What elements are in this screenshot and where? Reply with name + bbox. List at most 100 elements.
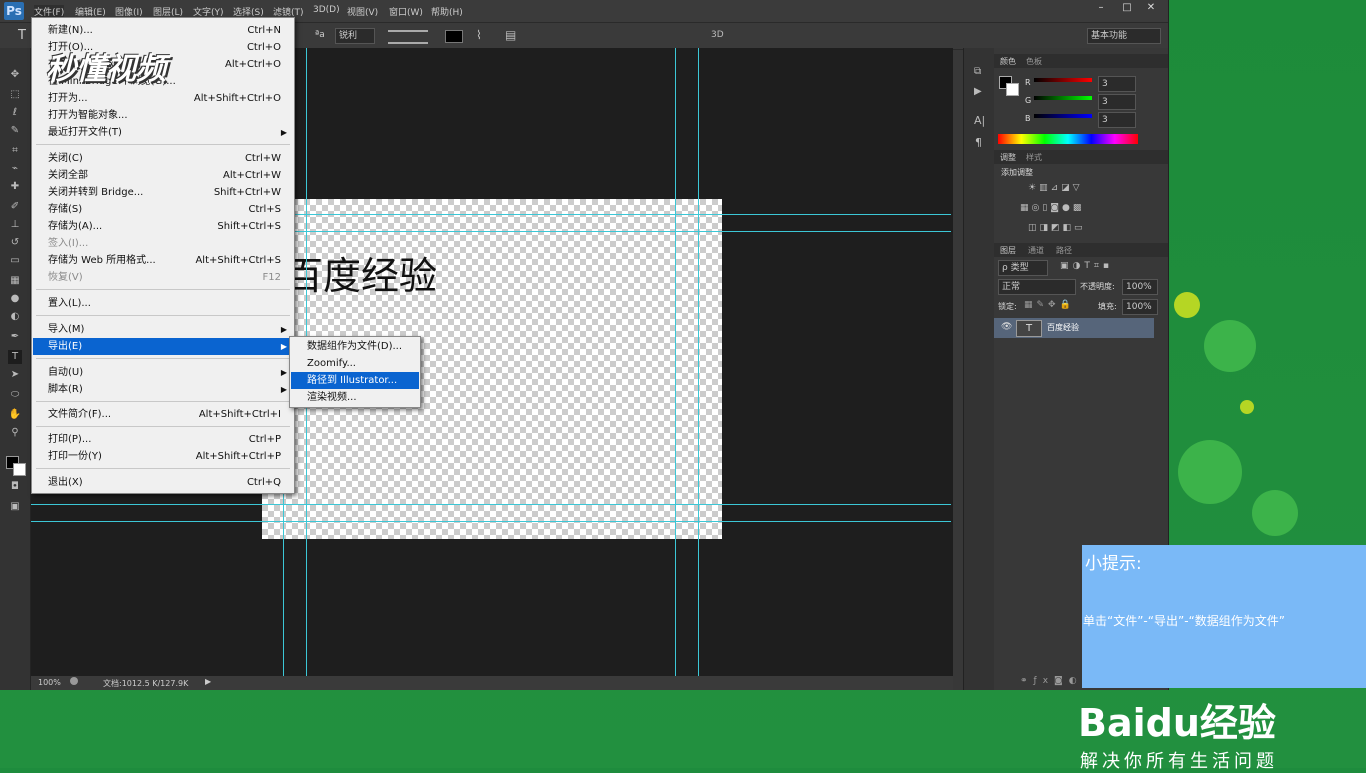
quick-select-tool-icon[interactable]: ✎ bbox=[8, 124, 22, 138]
menu-item-open-as[interactable]: 打开为... Alt+Shift+Ctrl+O bbox=[33, 90, 293, 107]
tab-styles[interactable]: 样式 bbox=[1026, 152, 1042, 163]
eyedropper-tool-icon[interactable]: ⌁ bbox=[8, 162, 22, 176]
quick-mask-icon[interactable]: ◘ bbox=[8, 480, 22, 494]
submenu-item-zoomify[interactable]: Zoomify... bbox=[291, 355, 419, 372]
path-select-tool-icon[interactable]: ➤ bbox=[8, 368, 22, 382]
hand-tool-icon[interactable]: ✋ bbox=[8, 408, 22, 422]
channel-g-value[interactable]: 3 bbox=[1098, 94, 1136, 110]
stamp-tool-icon[interactable]: ⊥ bbox=[8, 218, 22, 232]
menu-item-import[interactable]: 导入(M) ▶ bbox=[33, 321, 293, 338]
menu-view[interactable]: 视图(V) bbox=[347, 5, 378, 18]
channel-r-value[interactable]: 3 bbox=[1098, 76, 1136, 92]
menu-item-export[interactable]: 导出(E) ▶ bbox=[33, 338, 293, 355]
layer-filter-icons[interactable]: ▣◑T⌗▪ bbox=[1060, 261, 1113, 271]
lock-icons[interactable]: ▦✎✥🔒 bbox=[1024, 300, 1075, 310]
brush-tool-icon[interactable]: ✐ bbox=[8, 200, 22, 214]
menu-item-file-info[interactable]: 文件简介(F)... Alt+Shift+Ctrl+I bbox=[33, 406, 293, 423]
panel-bg-swatch[interactable] bbox=[1006, 83, 1019, 96]
color-spectrum[interactable] bbox=[998, 134, 1138, 144]
minimize-button[interactable]: – bbox=[1090, 0, 1112, 16]
menu-item-automate[interactable]: 自动(U) ▶ bbox=[33, 364, 293, 381]
adjustment-icons-row1[interactable]: ☀▥⊿◪▽ bbox=[1028, 183, 1108, 195]
maximize-button[interactable]: □ bbox=[1116, 0, 1138, 16]
character-panel-icon-side[interactable]: A| bbox=[974, 114, 985, 127]
lasso-tool-icon[interactable]: ℓ bbox=[8, 106, 22, 120]
channel-r-slider[interactable] bbox=[1034, 78, 1092, 82]
submenu-item-data-sets-as-files[interactable]: 数据组作为文件(D)... bbox=[291, 338, 419, 355]
menu-item-save[interactable]: 存储(S) Ctrl+S bbox=[33, 201, 293, 218]
type-tool-icon-active[interactable]: T bbox=[8, 350, 22, 364]
guide-line bbox=[698, 48, 699, 676]
menu-item-new[interactable]: 新建(N)... Ctrl+N bbox=[33, 22, 293, 39]
align-icons[interactable] bbox=[388, 30, 428, 44]
blend-mode-select[interactable]: 正常 bbox=[998, 279, 1076, 295]
eraser-tool-icon[interactable]: ▭ bbox=[8, 254, 22, 268]
submenu-item-paths-to-illustrator[interactable]: 路径到 Illustrator... bbox=[291, 372, 419, 389]
actions-panel-icon[interactable]: ▶ bbox=[974, 86, 982, 97]
channel-b-slider[interactable] bbox=[1034, 114, 1092, 118]
menu-item-close-all[interactable]: 关闭全部 Alt+Ctrl+W bbox=[33, 167, 293, 184]
menu-item-save-as[interactable]: 存储为(A)... Shift+Ctrl+S bbox=[33, 218, 293, 235]
shape-tool-icon[interactable]: ⬭ bbox=[8, 388, 22, 402]
menu-item-exit[interactable]: 退出(X) Ctrl+Q bbox=[33, 474, 293, 491]
menu-item-print[interactable]: 打印(P)... Ctrl+P bbox=[33, 431, 293, 448]
eye-icon[interactable]: 👁 bbox=[1001, 322, 1012, 332]
status-menu-arrow-icon[interactable]: ▶ bbox=[205, 677, 211, 686]
tab-adjustments[interactable]: 调整 bbox=[1000, 152, 1016, 163]
antialias-select[interactable]: 锐利 bbox=[335, 28, 375, 44]
menu-item-open-smart-object[interactable]: 打开为智能对象... bbox=[33, 107, 293, 124]
menu-item-close[interactable]: 关闭(C) Ctrl+W bbox=[33, 150, 293, 167]
character-panel-icon[interactable]: ▤ bbox=[505, 28, 516, 42]
tab-color[interactable]: 颜色 bbox=[1000, 56, 1016, 67]
tab-swatches[interactable]: 色板 bbox=[1026, 56, 1042, 67]
layer-name[interactable]: 百度经验 bbox=[1047, 322, 1079, 333]
menu-3d[interactable]: 3D(D) bbox=[313, 5, 340, 15]
menu-item-print-one-copy[interactable]: 打印一份(Y) Alt+Shift+Ctrl+P bbox=[33, 448, 293, 465]
channel-b-value[interactable]: 3 bbox=[1098, 112, 1136, 128]
type-tool-icon[interactable]: T bbox=[18, 28, 26, 43]
text-color-swatch[interactable] bbox=[445, 30, 463, 43]
adjustment-icons-row2[interactable]: ▦◎▯◙●▩ bbox=[1020, 203, 1120, 215]
fill-label: 填充: bbox=[1098, 302, 1117, 311]
channel-g-slider[interactable] bbox=[1034, 96, 1092, 100]
tab-layers[interactable]: 图层 bbox=[1000, 245, 1016, 256]
menu-item-place[interactable]: 置入(L)... bbox=[33, 295, 293, 312]
opacity-input[interactable]: 100% bbox=[1122, 279, 1158, 295]
pen-tool-icon[interactable]: ✒ bbox=[8, 330, 22, 344]
background-color-swatch[interactable] bbox=[13, 463, 26, 476]
menu-item-recent-files[interactable]: 最近打开文件(T) ▶ bbox=[33, 124, 293, 141]
menu-item-close-go-bridge[interactable]: 关闭并转到 Bridge... Shift+Ctrl+W bbox=[33, 184, 293, 201]
adjustment-icons-row3[interactable]: ◫◨◩◧▭ bbox=[1028, 223, 1108, 235]
tab-paths[interactable]: 路径 bbox=[1056, 245, 1072, 256]
layer-row[interactable]: 👁 T 百度经验 bbox=[994, 318, 1154, 338]
menu-help[interactable]: 帮助(H) bbox=[431, 5, 463, 18]
menu-window[interactable]: 窗口(W) bbox=[389, 5, 423, 18]
layer-filter-kind[interactable]: ρ 类型 bbox=[998, 260, 1048, 276]
menu-item-scripts[interactable]: 脚本(R) ▶ bbox=[33, 381, 293, 398]
history-brush-tool-icon[interactable]: ↺ bbox=[8, 236, 22, 250]
paragraph-panel-icon[interactable]: ¶ bbox=[975, 136, 982, 149]
marquee-tool-icon[interactable]: ⬚ bbox=[8, 88, 22, 102]
text-layer-thumbnail-icon: T bbox=[1016, 320, 1042, 337]
blur-tool-icon[interactable]: ● bbox=[8, 292, 22, 306]
3d-mode-label[interactable]: 3D bbox=[711, 30, 724, 40]
close-button[interactable]: ✕ bbox=[1140, 0, 1162, 16]
warp-text-icon[interactable]: ⌇ bbox=[476, 28, 482, 42]
history-panel-icon[interactable]: ⧉ bbox=[974, 66, 981, 77]
crop-tool-icon[interactable]: ⌗ bbox=[8, 144, 22, 158]
move-tool-icon[interactable]: ✥ bbox=[8, 68, 22, 82]
gradient-tool-icon[interactable]: ▦ bbox=[8, 274, 22, 288]
zoom-level[interactable]: 100% bbox=[38, 678, 61, 687]
collapsed-panels-strip: ⧉ ▶ A| ¶ bbox=[963, 48, 994, 690]
screen-mode-icon[interactable]: ▣ bbox=[8, 500, 22, 514]
menu-item-revert: 恢复(V) F12 bbox=[48, 272, 281, 283]
dodge-tool-icon[interactable]: ◐ bbox=[8, 310, 22, 324]
zoom-tool-icon[interactable]: ⚲ bbox=[8, 426, 22, 440]
workspace-select[interactable]: 基本功能 bbox=[1087, 28, 1161, 44]
fill-input[interactable]: 100% bbox=[1122, 299, 1158, 315]
healing-tool-icon[interactable]: ✚ bbox=[8, 180, 22, 194]
tab-channels[interactable]: 通道 bbox=[1028, 245, 1044, 256]
submenu-arrow-icon: ▶ bbox=[280, 342, 287, 351]
submenu-item-render-video[interactable]: 渲染视频... bbox=[291, 389, 419, 406]
menu-item-save-for-web[interactable]: 存储为 Web 所用格式... Alt+Shift+Ctrl+S bbox=[33, 252, 293, 269]
